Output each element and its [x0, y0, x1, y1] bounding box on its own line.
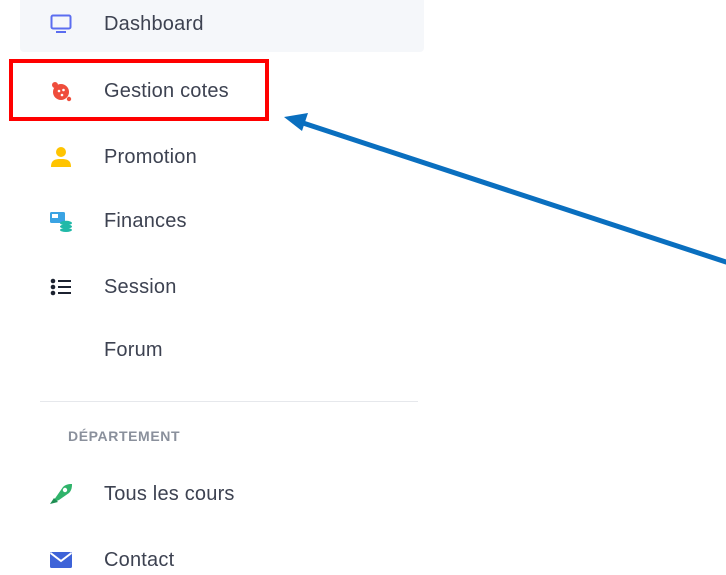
grades-icon: [49, 79, 73, 103]
monitor-icon: [49, 12, 73, 36]
rocket-icon: [49, 482, 73, 506]
sidebar: Dashboard Gestion cotes Promotion Financ…: [20, 0, 424, 575]
sidebar-item-contact[interactable]: Contact: [20, 532, 424, 575]
finance-icon: [49, 209, 73, 233]
sidebar-item-label: Gestion cotes: [104, 79, 229, 102]
sidebar-item-dashboard[interactable]: Dashboard: [20, 0, 424, 52]
sidebar-item-label: Tous les cours: [104, 482, 235, 505]
sidebar-item-promotion[interactable]: Promotion: [20, 129, 424, 185]
sidebar-item-tous-les-cours[interactable]: Tous les cours: [20, 466, 424, 522]
sidebar-item-label: Forum: [104, 338, 163, 361]
sidebar-item-gestion-cotes[interactable]: Gestion cotes: [20, 63, 424, 119]
page: Dashboard Gestion cotes Promotion Financ…: [0, 0, 726, 575]
sidebar-item-label: Contact: [104, 548, 175, 571]
section-title-departement: DÉPARTEMENT: [68, 428, 181, 444]
sidebar-item-label: Promotion: [104, 145, 197, 168]
list-icon: [49, 275, 73, 299]
sidebar-divider: [40, 401, 418, 402]
sidebar-item-forum[interactable]: Forum: [20, 322, 424, 378]
sidebar-item-finances[interactable]: Finances: [20, 193, 424, 249]
user-icon: [49, 145, 73, 169]
sidebar-item-label: Session: [104, 275, 177, 298]
envelope-icon: [49, 548, 73, 572]
sidebar-item-label: Finances: [104, 209, 187, 232]
sidebar-item-label: Dashboard: [104, 12, 204, 35]
sidebar-item-session[interactable]: Session: [20, 259, 424, 315]
